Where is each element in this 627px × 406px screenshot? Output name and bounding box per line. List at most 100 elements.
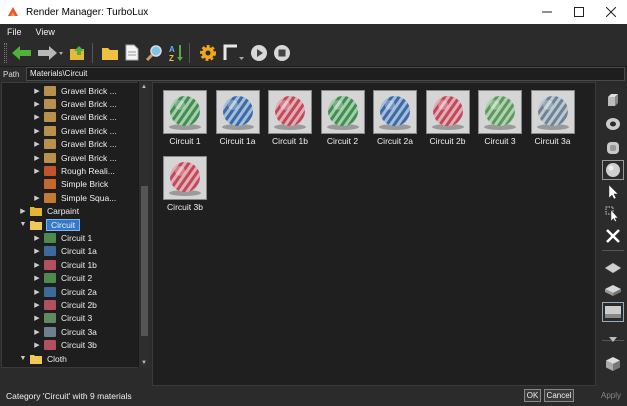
path-bar: Path Materials\Circuit bbox=[0, 67, 627, 81]
material-thumbnail-icon bbox=[44, 112, 56, 123]
select-pointer-button[interactable] bbox=[602, 204, 624, 224]
expand-arrow-icon[interactable]: ▶ bbox=[33, 167, 41, 175]
material-thumbnail[interactable]: Circuit 3 bbox=[474, 90, 526, 146]
folder-up-button[interactable] bbox=[68, 42, 88, 64]
expand-arrow-icon[interactable]: ▶ bbox=[33, 113, 41, 121]
expand-arrow-icon[interactable]: ▶ bbox=[33, 341, 41, 349]
delete-x-icon bbox=[606, 229, 620, 243]
expand-arrow-icon[interactable]: ▶ bbox=[33, 247, 41, 255]
forward-button[interactable] bbox=[37, 42, 65, 64]
expand-arrow-icon[interactable]: ▶ bbox=[33, 87, 41, 95]
tree-item[interactable]: ▼ Circuit bbox=[19, 218, 81, 231]
collapse-arrow-icon[interactable]: ▼ bbox=[19, 221, 27, 228]
crop-frame-button[interactable] bbox=[222, 42, 246, 64]
expand-arrow-icon[interactable]: ▶ bbox=[33, 261, 41, 269]
scroll-down-arrow[interactable]: ▼ bbox=[139, 358, 149, 368]
tree-item[interactable]: ▶ Simple Squa... bbox=[33, 191, 116, 204]
cancel-button[interactable]: Cancel bbox=[544, 389, 574, 402]
settings-button[interactable] bbox=[197, 42, 219, 64]
rounded-cube-button[interactable] bbox=[602, 138, 624, 158]
expand-arrow-icon[interactable]: ▶ bbox=[33, 140, 41, 148]
expand-arrow-icon[interactable]: ▶ bbox=[33, 154, 41, 162]
expand-arrow-icon[interactable]: ▶ bbox=[33, 301, 41, 309]
material-thumbnail[interactable]: Circuit 1a bbox=[212, 90, 264, 146]
tree-item[interactable]: ▶ Circuit 2b bbox=[33, 298, 97, 311]
back-button[interactable] bbox=[10, 42, 34, 64]
material-thumbnail[interactable]: Circuit 3a bbox=[527, 90, 579, 146]
tree-item[interactable]: Simple Brick bbox=[33, 178, 108, 191]
path-input[interactable]: Materials\Circuit bbox=[26, 67, 625, 81]
sphere-button[interactable] bbox=[602, 160, 624, 180]
scroll-up-arrow[interactable]: ▲ bbox=[139, 82, 149, 92]
minimize-button[interactable] bbox=[531, 0, 563, 24]
search-button[interactable] bbox=[144, 42, 164, 64]
material-thumbnail-icon bbox=[44, 125, 56, 136]
tree-item[interactable]: ▼Cotton twill bbox=[33, 365, 103, 367]
tree-scrollbar[interactable]: ▲ ▼ bbox=[138, 82, 149, 368]
expand-arrow-icon[interactable]: ▶ bbox=[33, 288, 41, 296]
stop-button[interactable] bbox=[272, 42, 292, 64]
expand-arrow-icon[interactable]: ▶ bbox=[33, 274, 41, 282]
minimize-icon bbox=[542, 11, 552, 13]
tree-item-label: Circuit 2b bbox=[61, 299, 97, 310]
menu-view[interactable]: View bbox=[29, 27, 62, 37]
play-button[interactable] bbox=[249, 42, 269, 64]
menu-bar: File View bbox=[0, 24, 627, 39]
pointer-button[interactable] bbox=[602, 182, 624, 202]
menu-file[interactable]: File bbox=[0, 27, 29, 37]
tree-item[interactable]: ▶ Circuit 2a bbox=[33, 285, 97, 298]
apply-button[interactable]: Apply bbox=[598, 389, 624, 402]
close-button[interactable] bbox=[595, 0, 627, 24]
tree-item[interactable]: ▶ Circuit 1 bbox=[33, 231, 92, 244]
expand-arrow-icon[interactable]: ▶ bbox=[33, 328, 41, 336]
thick-plane-button[interactable] bbox=[602, 280, 624, 300]
expand-arrow-icon[interactable]: ▶ bbox=[33, 127, 41, 135]
tree-item[interactable]: ▶ Circuit 3b bbox=[33, 339, 97, 352]
small-cube-button[interactable] bbox=[602, 354, 624, 374]
tree-item[interactable]: ▶ Circuit 2 bbox=[33, 272, 92, 285]
delete-button[interactable] bbox=[602, 226, 624, 246]
material-label: Circuit 1a bbox=[219, 136, 256, 146]
torus-button[interactable] bbox=[602, 114, 624, 134]
tree-item[interactable]: ▶ Gravel Brick ... bbox=[33, 124, 117, 137]
tree-item[interactable]: ▶ Circuit 1b bbox=[33, 258, 97, 271]
tree-item[interactable]: ▶ Gravel Brick ... bbox=[33, 84, 117, 97]
material-thumbnail[interactable]: Circuit 3b bbox=[159, 156, 211, 212]
material-thumbnail[interactable]: Circuit 1b bbox=[264, 90, 316, 146]
tree-item[interactable]: ▶ Rough Reali... bbox=[33, 164, 115, 177]
maximize-button[interactable] bbox=[563, 0, 595, 24]
sort-az-button[interactable]: A Z bbox=[167, 42, 185, 64]
material-thumbnail[interactable]: Circuit 1 bbox=[159, 90, 211, 146]
tree-item[interactable]: ▶ Gravel Brick ... bbox=[33, 138, 117, 151]
material-thumbnail[interactable]: Circuit 2a bbox=[369, 90, 421, 146]
tree-item[interactable]: ▶ Circuit 3 bbox=[33, 312, 92, 325]
tree-item-label: Simple Brick bbox=[61, 179, 109, 190]
scroll-more-button[interactable] bbox=[602, 330, 624, 350]
expand-arrow-icon[interactable]: ▶ bbox=[33, 234, 41, 242]
toolbar-grip[interactable] bbox=[4, 42, 7, 63]
tree-item[interactable]: ▶ Carpaint bbox=[19, 205, 79, 218]
tree-item[interactable]: ▶ Gravel Brick ... bbox=[33, 111, 117, 124]
expand-arrow-icon[interactable]: ▶ bbox=[33, 314, 41, 322]
tree-item[interactable]: ▼ Cloth bbox=[19, 352, 67, 365]
expand-arrow-icon[interactable]: ▶ bbox=[19, 207, 27, 215]
tree-item[interactable]: ▶ Gravel Brick ... bbox=[33, 151, 117, 164]
open-folder-button[interactable] bbox=[100, 42, 120, 64]
collapse-arrow-icon[interactable]: ▼ bbox=[19, 355, 27, 362]
material-thumbnail[interactable]: Circuit 2b bbox=[422, 90, 474, 146]
tree-item[interactable]: ▶ Circuit 1a bbox=[33, 245, 97, 258]
expand-arrow-icon[interactable]: ▶ bbox=[33, 194, 41, 202]
textured-plane-button[interactable] bbox=[602, 302, 624, 322]
cube-button[interactable] bbox=[602, 90, 624, 110]
expand-arrow-icon[interactable]: ▶ bbox=[33, 100, 41, 108]
torus-icon bbox=[606, 118, 620, 130]
plane-button[interactable] bbox=[602, 258, 624, 278]
scrollbar-thumb[interactable] bbox=[141, 186, 148, 336]
toolbar-separator bbox=[92, 42, 93, 63]
ok-button[interactable]: OK bbox=[524, 389, 541, 402]
new-document-button[interactable] bbox=[123, 42, 141, 64]
tree-item[interactable]: ▶ Gravel Brick ... bbox=[33, 97, 117, 110]
material-thumbnail[interactable]: Circuit 2 bbox=[317, 90, 369, 146]
tree-item[interactable]: ▶ Circuit 3a bbox=[33, 325, 97, 338]
material-thumbnail-icon bbox=[44, 299, 56, 310]
